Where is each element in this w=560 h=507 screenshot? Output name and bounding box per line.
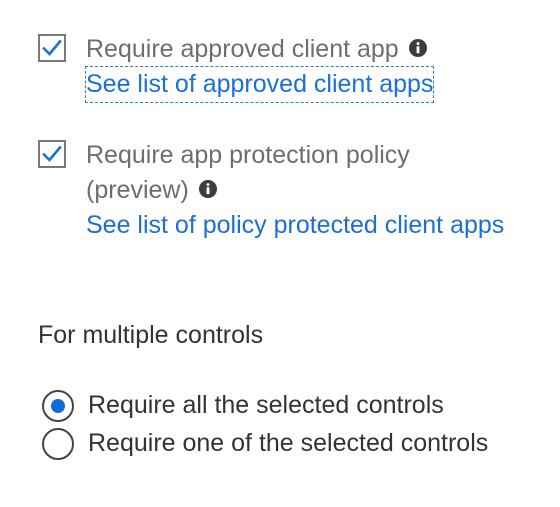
app-protection-checkbox[interactable] xyxy=(38,140,66,168)
radio-label-one: Require one of the selected controls xyxy=(88,429,489,457)
checkmark-icon xyxy=(42,39,62,56)
grant-controls-panel: Require approved client app See list of … xyxy=(0,0,560,507)
approved-app-label-block: Require approved client app See list of … xyxy=(84,32,435,103)
app-protection-label-line2: (preview) xyxy=(86,173,504,208)
multiple-controls-heading: For multiple controls xyxy=(38,321,264,349)
approved-app-label-line: Require approved client app xyxy=(86,32,433,67)
info-icon[interactable] xyxy=(408,38,428,58)
app-protection-label-line1: Require app protection policy xyxy=(86,141,410,169)
radio-selected-dot xyxy=(51,398,65,413)
approved-app-checkbox[interactable] xyxy=(38,34,66,62)
app-protection-label-preview: (preview) xyxy=(86,176,189,204)
app-protection-label-block: Require app protection policy (preview) … xyxy=(86,138,504,243)
info-icon[interactable] xyxy=(198,179,218,199)
radio-option-one[interactable]: Require one of the selected controls xyxy=(42,426,488,461)
checkmark-icon xyxy=(42,145,62,162)
radio-label-all: Require all the selected controls xyxy=(88,391,444,419)
approved-apps-link[interactable]: See list of approved client apps xyxy=(84,66,435,103)
radio-button-unselected[interactable] xyxy=(42,427,74,460)
app-protection-control: Require app protection policy (preview) … xyxy=(38,138,504,243)
radio-option-all[interactable]: Require all the selected controls xyxy=(42,388,444,423)
approved-app-label: Require approved client app xyxy=(86,35,399,63)
policy-protected-apps-link[interactable]: See list of policy protected client apps xyxy=(86,208,504,243)
approved-app-control: Require approved client app See list of … xyxy=(38,32,435,103)
radio-button-selected[interactable] xyxy=(42,389,74,422)
